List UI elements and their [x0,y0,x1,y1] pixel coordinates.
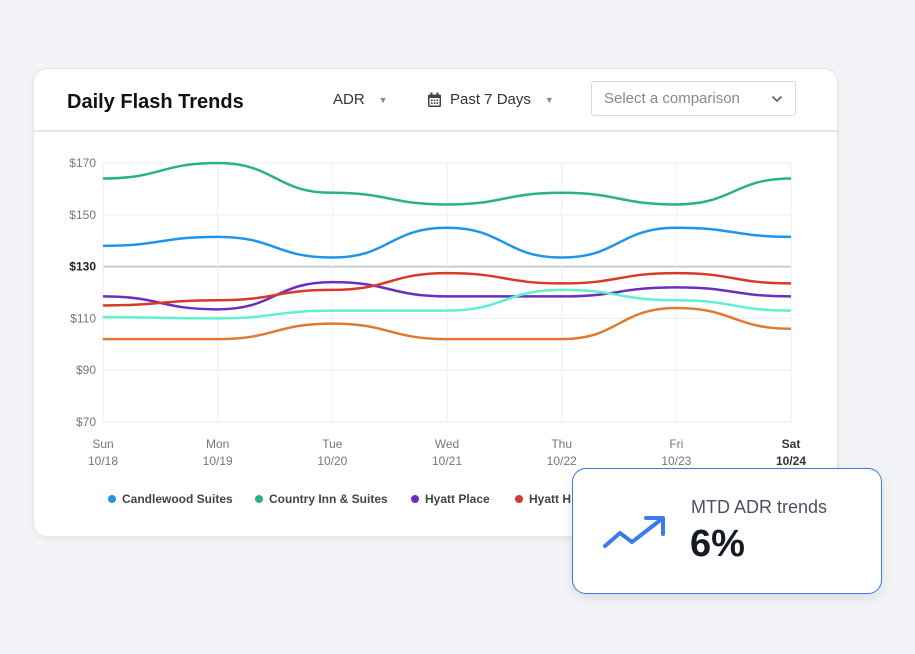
legend-item: Hyatt Place [425,492,490,506]
x-tick-label: Tue [322,437,343,451]
x-tick-label: Mon [206,437,229,451]
y-tick-label: $170 [69,156,96,170]
mtd-adr-kpi-card: MTD ADR trends 6% [572,468,882,594]
y-tick-label: $150 [69,208,96,222]
kpi-value: 6% [690,523,745,565]
x-tick-label: 10/20 [317,454,347,468]
legend-item: Country Inn & Suites [269,492,388,506]
trending-up-icon [603,516,665,548]
legend-marker [255,495,263,503]
legend-item: Hyatt H [529,492,571,506]
x-tick-label: 10/21 [432,454,462,468]
y-tick-label: $130 [69,260,96,274]
x-tick-label: Wed [435,437,459,451]
legend-marker [515,495,523,503]
legend-marker [411,495,419,503]
kpi-label: MTD ADR trends [691,497,828,517]
x-tick-label: 10/18 [88,454,118,468]
x-tick-label: 10/19 [203,454,233,468]
legend-item: Candlewood Suites [122,492,233,506]
x-tick-label: 10/22 [547,454,577,468]
x-tick-label: Thu [551,437,572,451]
x-tick-label: 10/24 [776,454,806,468]
x-tick-label: Sun [92,437,113,451]
y-tick-label: $110 [70,311,96,325]
y-tick-label: $70 [76,415,96,429]
x-tick-label: 10/23 [661,454,691,468]
legend-marker [108,495,116,503]
x-tick-label: Fri [669,437,683,451]
x-tick-label: Sat [782,437,801,451]
y-tick-label: $90 [76,363,96,377]
